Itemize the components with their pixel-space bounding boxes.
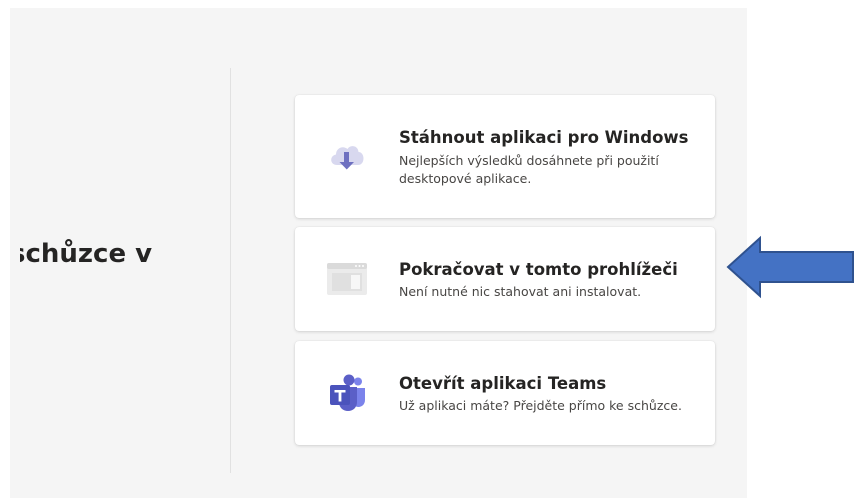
option-description: Už aplikaci máte? Přejděte přímo ke schů… bbox=[399, 398, 682, 413]
option-title: Stáhnout aplikaci pro Windows bbox=[399, 128, 689, 147]
option-description: Nejlepších výsledků dosáhnete při použit… bbox=[399, 153, 659, 186]
download-windows-app-option[interactable]: Stáhnout aplikaci pro Windows Nejlepších… bbox=[295, 95, 715, 218]
join-panel: schůzce v Stáhnout aplikaci pro Windows … bbox=[10, 8, 747, 498]
annotation-arrow-icon bbox=[726, 235, 854, 299]
teams-logo-icon bbox=[330, 374, 365, 411]
page-heading-text: schůzce v bbox=[20, 239, 153, 269]
page-heading: schůzce v bbox=[20, 236, 220, 272]
option-title: Pokračovat v tomto prohlížeči bbox=[399, 260, 678, 279]
continue-in-browser-option[interactable]: Pokračovat v tomto prohlížeči Není nutné… bbox=[295, 227, 715, 331]
browser-window-icon bbox=[327, 263, 367, 295]
vertical-divider bbox=[230, 68, 231, 473]
option-description: Není nutné nic stahovat ani instalovat. bbox=[399, 284, 642, 299]
cloud-download-icon bbox=[331, 146, 364, 170]
page: schůzce v Stáhnout aplikaci pro Windows … bbox=[0, 0, 855, 498]
open-teams-app-option[interactable]: Otevřít aplikaci Teams Už aplikaci máte?… bbox=[295, 341, 715, 445]
option-title: Otevřít aplikaci Teams bbox=[399, 374, 607, 393]
